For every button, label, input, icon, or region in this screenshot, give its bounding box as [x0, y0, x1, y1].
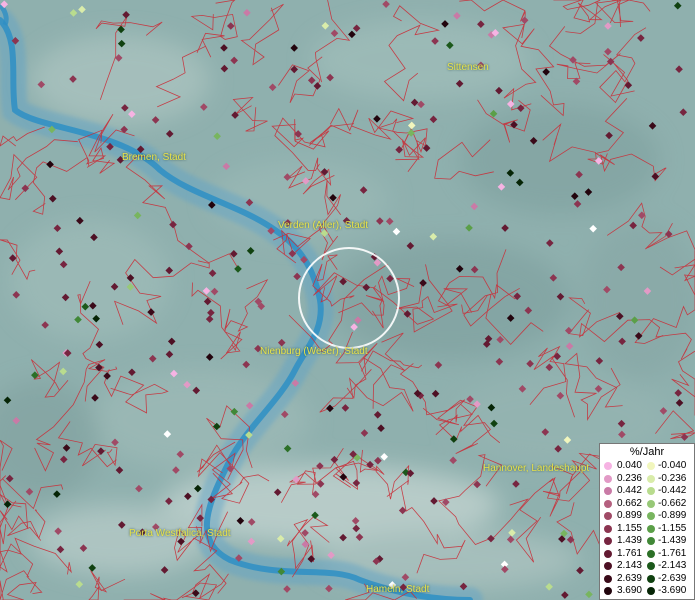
legend-row-positive: 0.040	[604, 460, 642, 472]
legend-row-negative: -0.040	[647, 460, 687, 472]
legend-row-positive: 1.439	[604, 535, 642, 547]
legend-value: -2.143	[658, 560, 687, 571]
legend-value: -0.040	[658, 460, 687, 471]
legend-value: -0.442	[658, 485, 687, 496]
legend-value: -1.155	[658, 522, 687, 534]
legend-row-positive: 1.761	[604, 548, 642, 560]
legend-value: 2.143	[616, 560, 642, 571]
legend-swatch	[647, 549, 655, 558]
legend-row-negative: -1.155	[647, 522, 687, 535]
legend-swatch	[604, 574, 612, 583]
legend-row-positive: 0.662	[604, 498, 642, 510]
city-label-hannover: Hannover, Landeshaupt	[483, 463, 590, 474]
legend-row-negative: -0.899	[647, 510, 687, 522]
legend-swatch	[647, 487, 655, 495]
legend-row-positive: 0.442	[604, 485, 642, 497]
map-canvas[interactable]	[0, 0, 695, 600]
legend-row-negative: -1.761	[647, 547, 687, 560]
legend-row-positive: 0.899	[604, 510, 642, 522]
legend-row-negative: -2.143	[647, 560, 687, 572]
legend-value: 0.040	[616, 460, 642, 471]
legend-value: -0.662	[658, 497, 687, 509]
legend-value: -0.236	[658, 472, 687, 484]
legend-row-negative: -0.236	[647, 472, 687, 485]
map-view[interactable]: Sittensen Bremen, Stadt Verden (Aller), …	[0, 0, 695, 600]
legend-value: 1.155	[616, 522, 642, 534]
legend-swatch	[604, 537, 612, 545]
legend-row-negative: -1.439	[647, 535, 687, 547]
legend-value: -2.639	[658, 572, 687, 584]
legend-value: -1.761	[658, 547, 687, 559]
legend-row-positive: 1.155	[604, 523, 642, 535]
legend-swatch	[604, 474, 612, 483]
legend-row-negative: -0.442	[647, 485, 687, 497]
legend-swatch	[604, 499, 612, 508]
legend-swatch	[647, 512, 655, 520]
legend-swatch	[647, 524, 655, 533]
legend-swatch	[647, 499, 655, 508]
legend-swatch	[647, 574, 655, 583]
legend-value: 0.899	[616, 510, 642, 521]
legend-value: 3.690	[616, 585, 642, 596]
legend-swatch	[604, 587, 612, 595]
city-label-sittensen: Sittensen	[447, 62, 489, 73]
legend-value: -0.899	[658, 510, 687, 521]
legend-title: %/Jahr	[629, 446, 665, 458]
legend-swatch	[647, 462, 655, 470]
legend-row-positive: 2.639	[604, 573, 642, 585]
legend-value: 1.439	[616, 535, 642, 546]
legend-value: 2.639	[616, 572, 642, 584]
legend-swatch	[604, 562, 612, 570]
city-label-nienburg: Nienburg (Weser), Stadt	[260, 346, 368, 357]
city-label-hameln: Hameln, Stadt	[366, 584, 430, 595]
legend-value: 0.442	[616, 485, 642, 496]
legend-swatch	[647, 587, 655, 595]
legend-row-negative: -0.662	[647, 497, 687, 510]
legend-swatch	[604, 524, 612, 533]
legend: %/Jahr 0.040 0.236 0.442 0.662 0.899 1.155 1.4…	[599, 443, 695, 600]
legend-swatch	[647, 562, 655, 570]
legend-swatch	[604, 462, 612, 470]
legend-row-positive: 3.690	[604, 585, 642, 597]
legend-swatch	[647, 474, 655, 483]
legend-value: 0.236	[616, 472, 642, 484]
legend-row-negative: -3.690	[647, 585, 687, 597]
legend-swatch	[604, 487, 612, 495]
legend-value: 1.761	[616, 547, 642, 559]
city-label-porta-westfalica: Porta Westfalica, Stadt	[129, 528, 231, 539]
legend-row-positive: 2.143	[604, 560, 642, 572]
legend-swatch	[647, 537, 655, 545]
legend-row-positive: 0.236	[604, 473, 642, 485]
legend-swatch	[604, 549, 612, 558]
legend-value: -3.690	[658, 585, 687, 596]
legend-value: 0.662	[616, 497, 642, 509]
legend-swatch	[604, 512, 612, 520]
city-label-verden: Verden (Aller), Stadt	[278, 220, 369, 231]
legend-value: -1.439	[658, 535, 687, 546]
city-label-bremen: Bremen, Stadt	[122, 152, 186, 163]
legend-row-negative: -2.639	[647, 572, 687, 585]
